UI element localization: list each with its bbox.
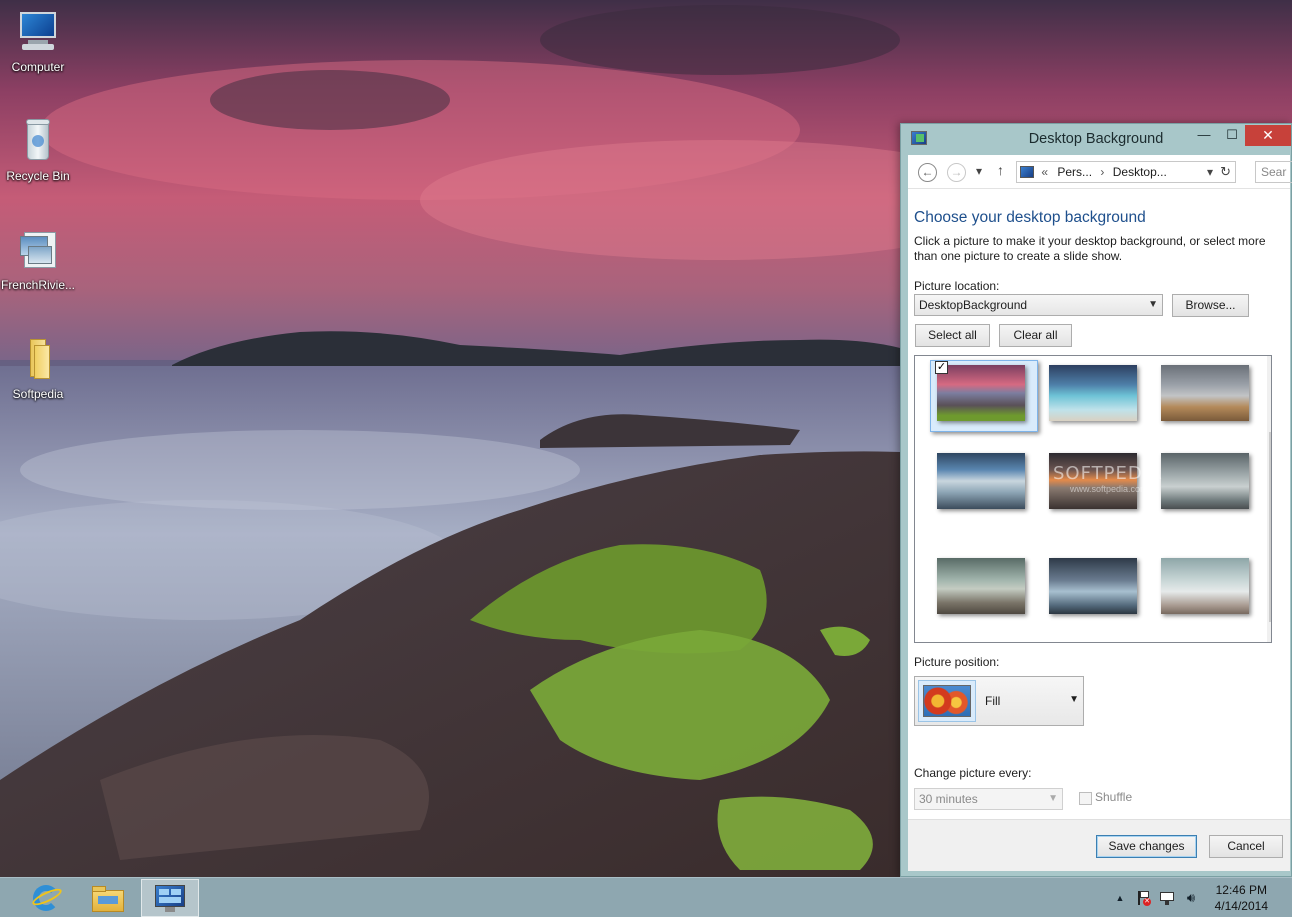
wallpaper-thumbnail-9[interactable] [1161, 558, 1249, 614]
wallpaper-thumbnail-2[interactable] [1049, 365, 1137, 421]
recent-locations-chevron-icon[interactable]: ▾ [976, 164, 982, 178]
network-icon[interactable] [1159, 890, 1175, 906]
wallpaper-thumbnail-4[interactable] [937, 453, 1025, 509]
chevron-down-icon: ▼ [1048, 793, 1058, 804]
chevron-down-icon: ▼ [1148, 299, 1158, 310]
browse-button[interactable]: Browse... [1172, 294, 1249, 317]
desktop-background-window: Desktop Background — ☐ ✕ ← → ▾ ↑ « Pers.… [900, 123, 1292, 877]
picture-gallery: ✓ SOFTPEDIA www.softpedia.com ▲ ▼ [914, 355, 1272, 643]
cancel-button[interactable]: Cancel [1209, 835, 1283, 858]
clear-all-button[interactable]: Clear all [999, 324, 1072, 347]
picture-position-select[interactable]: Fill ▼ [914, 676, 1084, 726]
theme-file-icon [14, 226, 62, 274]
back-button[interactable]: ← [918, 163, 937, 182]
breadcrumb-desktop-background[interactable]: Desktop... [1113, 165, 1167, 179]
system-clock[interactable]: 12:46 PM 4/14/2014 [1215, 882, 1268, 914]
shuffle-checkbox[interactable] [1079, 792, 1092, 805]
wallpaper-thumbnail-7[interactable] [937, 558, 1025, 614]
shuffle-label: Shuffle [1095, 790, 1133, 804]
desktop-icon-softpedia[interactable]: Softpedia [0, 335, 76, 401]
breadcrumb-personalization[interactable]: Pers... [1057, 165, 1092, 179]
taskbar: ▲ ✕ 🔊︎ 12:46 PM 4/14/2014 [0, 877, 1292, 917]
close-button[interactable]: ✕ [1245, 125, 1291, 146]
chevron-down-icon: ▼ [1069, 694, 1079, 705]
save-changes-button[interactable]: Save changes [1096, 835, 1197, 858]
action-center-flag-icon[interactable]: ✕ [1135, 890, 1151, 906]
folder-icon [14, 335, 62, 383]
taskbar-internet-explorer[interactable] [17, 879, 75, 917]
picture-position-label: Picture position: [914, 655, 1000, 669]
internet-explorer-icon [30, 883, 64, 913]
change-interval-select[interactable]: 30 minutes ▼ [914, 788, 1063, 810]
change-interval-value: 30 minutes [919, 792, 978, 806]
taskbar-file-explorer[interactable] [79, 879, 137, 917]
scroll-up-arrow-icon[interactable]: ▲ [1267, 356, 1272, 372]
wallpaper-thumbnail-6[interactable] [1161, 453, 1249, 509]
desktop-icon-label: Computer [11, 60, 65, 74]
dialog-footer: Save changes Cancel [908, 819, 1290, 871]
desktop-icon-frenchriviera-theme[interactable]: FrenchRivie... [0, 226, 76, 292]
scroll-down-arrow-icon[interactable]: ▼ [1267, 626, 1272, 642]
computer-icon [14, 8, 62, 56]
clock-date: 4/14/2014 [1214, 899, 1268, 913]
navigation-bar: ← → ▾ ↑ « Pers... › Desktop... ▾ ↻ Sear [908, 155, 1292, 189]
wallpaper-thumbnail-5[interactable] [1049, 453, 1137, 509]
wallpaper-thumbnail-8[interactable] [1049, 558, 1137, 614]
picture-location-select[interactable]: DesktopBackground ▼ [914, 294, 1163, 316]
refresh-icon[interactable]: ↻ [1220, 162, 1231, 182]
forward-button[interactable]: → [947, 163, 966, 182]
search-input[interactable]: Sear [1255, 161, 1292, 183]
maximize-button[interactable]: ☐ [1219, 125, 1245, 146]
control-panel-icon [1020, 166, 1034, 178]
page-description: Click a picture to make it your desktop … [914, 234, 1266, 263]
breadcrumb-overflow[interactable]: « [1041, 165, 1048, 179]
picture-location-value: DesktopBackground [919, 298, 1028, 312]
wallpaper-thumbnail-1[interactable] [937, 365, 1025, 421]
desktop-icon-recycle-bin[interactable]: Recycle Bin [0, 117, 76, 183]
taskbar-control-panel[interactable] [141, 879, 199, 917]
window-client-area: ← → ▾ ↑ « Pers... › Desktop... ▾ ↻ Sear … [908, 155, 1292, 871]
wallpaper-thumbnail-3[interactable] [1161, 365, 1249, 421]
desktop-icon-label: FrenchRivie... [0, 278, 76, 292]
title-bar[interactable]: Desktop Background — ☐ ✕ [901, 124, 1291, 154]
recycle-bin-icon [14, 117, 62, 165]
control-panel-icon [155, 885, 185, 913]
address-dropdown-icon[interactable]: ▾ [1207, 162, 1213, 182]
volume-icon[interactable]: 🔊︎ [1183, 890, 1199, 906]
show-hidden-icons-button[interactable]: ▲ [1112, 890, 1128, 906]
address-bar[interactable]: « Pers... › Desktop... ▾ ↻ [1016, 161, 1236, 183]
file-explorer-icon [92, 886, 124, 912]
change-picture-every-label: Change picture every: [914, 766, 1032, 780]
picture-position-value: Fill [985, 694, 1001, 708]
up-arrow-icon[interactable]: ↑ [997, 162, 1004, 178]
scrollbar-thumb[interactable] [1269, 432, 1271, 622]
clock-time: 12:46 PM [1215, 883, 1267, 897]
desktop-icon-computer[interactable]: Computer [0, 8, 76, 74]
picture-location-label: Picture location: [914, 279, 1000, 293]
desktop-icon-label: Recycle Bin [6, 169, 70, 183]
breadcrumb-separator: › [1100, 165, 1105, 179]
thumbnail-checkbox[interactable]: ✓ [935, 361, 948, 374]
gallery-scrollbar[interactable]: ▲ ▼ [1267, 356, 1272, 642]
desktop-icon-label: Softpedia [12, 387, 64, 401]
select-all-button[interactable]: Select all [915, 324, 990, 347]
minimize-button[interactable]: — [1191, 125, 1217, 146]
fill-preview-icon [918, 680, 976, 722]
page-heading: Choose your desktop background [914, 209, 1146, 226]
